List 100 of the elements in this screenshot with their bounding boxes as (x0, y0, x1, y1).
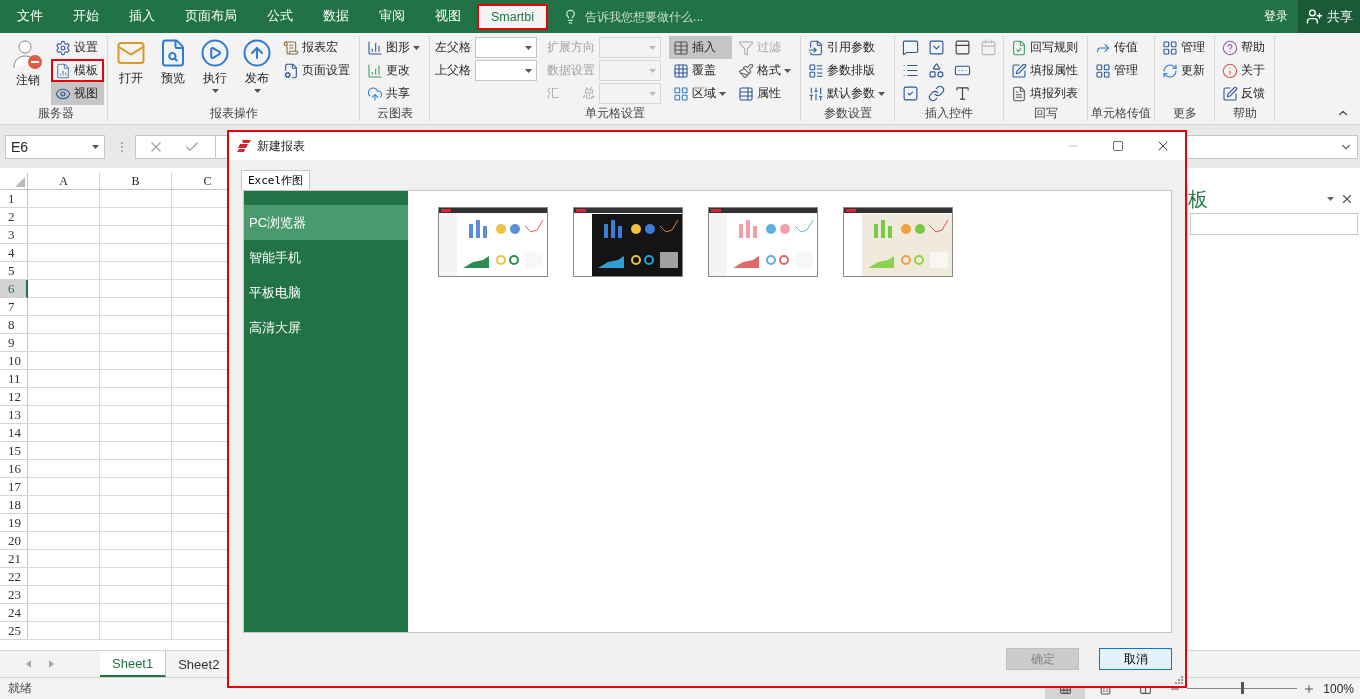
ribbon-button[interactable]: 注销 (7, 36, 49, 104)
ribbon-button[interactable]: 填报属性 (1007, 59, 1084, 82)
ribbon-button[interactable]: 区域 (669, 82, 732, 105)
text-icon (953, 85, 971, 102)
ribbon-button[interactable]: 默认参数 (804, 82, 891, 105)
row-header[interactable]: 1 (0, 190, 28, 208)
zoom-slider-thumb[interactable] (1241, 682, 1245, 694)
column-header[interactable]: A (28, 173, 100, 189)
ribbon-button[interactable]: 更改 (363, 59, 426, 82)
ribbon-button[interactable]: 参数排版 (804, 59, 891, 82)
row-header[interactable]: 12 (0, 388, 28, 406)
row-header[interactable]: 14 (0, 424, 28, 442)
row-header[interactable]: 24 (0, 604, 28, 622)
ribbon-button[interactable]: 引用参数 (804, 36, 891, 59)
sheet-tab[interactable]: Sheet1 (100, 651, 167, 677)
ribbon-tab[interactable]: 文件 (3, 3, 57, 30)
row-header[interactable]: 9 (0, 334, 28, 352)
ribbon-tab[interactable]: 视图 (421, 3, 475, 30)
scroll-left-icon[interactable] (26, 660, 31, 668)
row-header[interactable]: 17 (0, 478, 28, 496)
ribbon-button[interactable]: 模板 (51, 59, 104, 82)
caret-icon (649, 68, 656, 73)
column-header[interactable]: B (100, 173, 172, 189)
ribbon-button[interactable]: 页面设置 (279, 59, 356, 82)
ribbon-tab[interactable]: 插入 (115, 3, 169, 30)
row-header[interactable]: 2 (0, 208, 28, 226)
ribbon-button[interactable]: 传值 (1091, 36, 1144, 59)
zoom-in-icon[interactable] (1303, 682, 1316, 695)
ribbon-button[interactable]: 属性 (734, 82, 797, 105)
zoom-level[interactable]: 100% (1315, 681, 1360, 696)
ribbon-button[interactable]: 管理 (1158, 36, 1211, 59)
ribbon-button[interactable]: 发布 (237, 36, 277, 104)
row-header[interactable]: 5 (0, 262, 28, 280)
row-header[interactable]: 10 (0, 352, 28, 370)
caret-icon (1327, 197, 1334, 201)
ribbon-button[interactable]: 管理 (1091, 59, 1144, 82)
ribbon-button[interactable]: 打开 (111, 36, 151, 104)
row-header[interactable]: 21 (0, 550, 28, 568)
ribbon-button[interactable]: 报表宏 (279, 36, 356, 59)
row-header[interactable]: 18 (0, 496, 28, 514)
row-header[interactable]: 13 (0, 406, 28, 424)
ribbon-tab[interactable]: 数据 (309, 3, 363, 30)
row-header[interactable]: 25 (0, 622, 28, 640)
row-header[interactable]: 22 (0, 568, 28, 586)
ribbon-tab[interactable]: 开始 (59, 3, 113, 30)
row-header[interactable]: 15 (0, 442, 28, 460)
ribbon-button[interactable]: 反馈 (1218, 82, 1271, 105)
ribbon-button[interactable]: 图形 (363, 36, 426, 59)
ribbon-button[interactable]: 回写规则 (1007, 36, 1084, 59)
ribbon-button[interactable]: 视图 (51, 82, 104, 105)
ribbon-button[interactable]: 插入 (669, 36, 732, 59)
row-header[interactable]: 16 (0, 460, 28, 478)
ribbon-button[interactable]: 格式 (734, 59, 797, 82)
ribbon-button[interactable]: 执行 (195, 36, 235, 104)
document-gear-icon (283, 62, 299, 79)
ribbon-button[interactable]: 预览 (153, 36, 193, 104)
row-header[interactable]: 6 (0, 280, 28, 298)
category-item[interactable]: 高清大屏 (244, 310, 408, 345)
document-check-icon (1011, 39, 1027, 56)
category-item[interactable]: 平板电脑 (244, 275, 408, 310)
select-all-icon[interactable] (15, 177, 25, 187)
search-field[interactable]: 告诉我您想要做什么... (583, 8, 804, 25)
ribbon-tab[interactable]: 审阅 (365, 3, 419, 30)
row-header[interactable]: 23 (0, 586, 28, 604)
row-header[interactable]: 4 (0, 244, 28, 262)
dropdown-field[interactable] (475, 60, 537, 81)
row-header[interactable]: 3 (0, 226, 28, 244)
input-field[interactable] (1190, 213, 1358, 235)
row-header[interactable]: 19 (0, 514, 28, 532)
field-label: 上父格 (434, 62, 472, 79)
share-button[interactable]: 共享 (1298, 0, 1360, 33)
row-header[interactable]: 20 (0, 532, 28, 550)
ribbon-button[interactable]: 帮助 (1218, 36, 1271, 59)
ribbon-button[interactable]: 更新 (1158, 59, 1211, 82)
grid-area-icon (673, 85, 689, 102)
row-header[interactable]: 7 (0, 298, 28, 316)
ribbon-button[interactable]: 覆盖 (669, 59, 732, 82)
ribbon-button[interactable]: 设置 (51, 36, 104, 59)
maximize-icon (1111, 140, 1124, 152)
ribbon-tab[interactable]: Smartbi (477, 3, 549, 30)
dialog-button[interactable]: 取消 (1099, 648, 1172, 670)
category-item[interactable]: 智能手机 (244, 240, 408, 275)
ribbon-button[interactable]: 填报列表 (1007, 82, 1084, 105)
dropdown-field[interactable] (475, 37, 537, 58)
row-header[interactable]: 11 (0, 370, 28, 388)
row-header[interactable]: 8 (0, 316, 28, 334)
ribbon-tab[interactable]: 公式 (253, 3, 307, 30)
group-label: 插入控件 (925, 105, 973, 121)
caret-icon (649, 45, 656, 50)
resize-grip-icon[interactable] (1175, 676, 1183, 684)
dialog-tab[interactable]: Excel作图 (241, 170, 311, 190)
sign-in-link[interactable]: 登录 (1254, 0, 1298, 33)
group-label: 参数设置 (823, 105, 872, 121)
group-label: 回写 (1033, 105, 1058, 121)
ribbon-button[interactable]: 关于 (1218, 59, 1271, 82)
close-icon[interactable] (1340, 192, 1354, 206)
ribbon-button[interactable]: 共享 (363, 82, 426, 105)
scroll-right-icon[interactable] (49, 660, 54, 668)
name-box[interactable]: E6 (5, 134, 105, 159)
ribbon-tab[interactable]: 页面布局 (171, 3, 251, 30)
